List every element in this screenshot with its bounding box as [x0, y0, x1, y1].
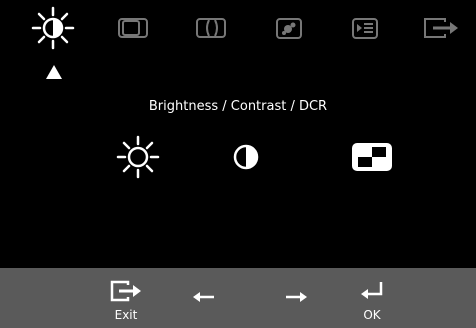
enter-icon [361, 282, 383, 299]
arrow-right-icon [286, 292, 307, 302]
tab-options[interactable] [340, 6, 390, 50]
option-dcr[interactable] [342, 134, 402, 180]
tab-brightness[interactable] [28, 6, 78, 50]
arrow-left-icon [193, 292, 214, 302]
ok-label: OK [363, 308, 381, 322]
exit-label: Exit [114, 308, 138, 322]
image-properties-icon [276, 18, 302, 39]
exit-button[interactable]: Exit [96, 274, 156, 324]
menu-tab-bar [0, 0, 476, 60]
osd-menu: Brightness / Contrast / DCR Exit OK [0, 0, 476, 328]
ok-button[interactable]: OK [342, 274, 402, 324]
image-setup-icon [196, 18, 226, 38]
brightness-icon [116, 135, 160, 179]
control-bar: Exit OK [0, 268, 476, 328]
image-position-icon [118, 18, 148, 38]
dcr-icon [352, 143, 392, 171]
exit-icon [110, 280, 141, 302]
option-contrast[interactable] [216, 134, 276, 180]
tab-image-position[interactable] [108, 6, 158, 50]
tab-image-properties[interactable] [264, 6, 314, 50]
right-button[interactable] [266, 274, 326, 324]
option-brightness[interactable] [108, 134, 168, 180]
selection-pointer-icon [46, 65, 62, 79]
left-button[interactable] [174, 274, 234, 324]
tab-image-setup[interactable] [186, 6, 236, 50]
options-icon [352, 18, 378, 39]
tab-exit[interactable] [416, 6, 466, 50]
brightness-icon [31, 6, 75, 50]
exit-icon [424, 18, 458, 38]
page-title: Brightness / Contrast / DCR [148, 99, 328, 114]
contrast-icon [233, 144, 259, 170]
